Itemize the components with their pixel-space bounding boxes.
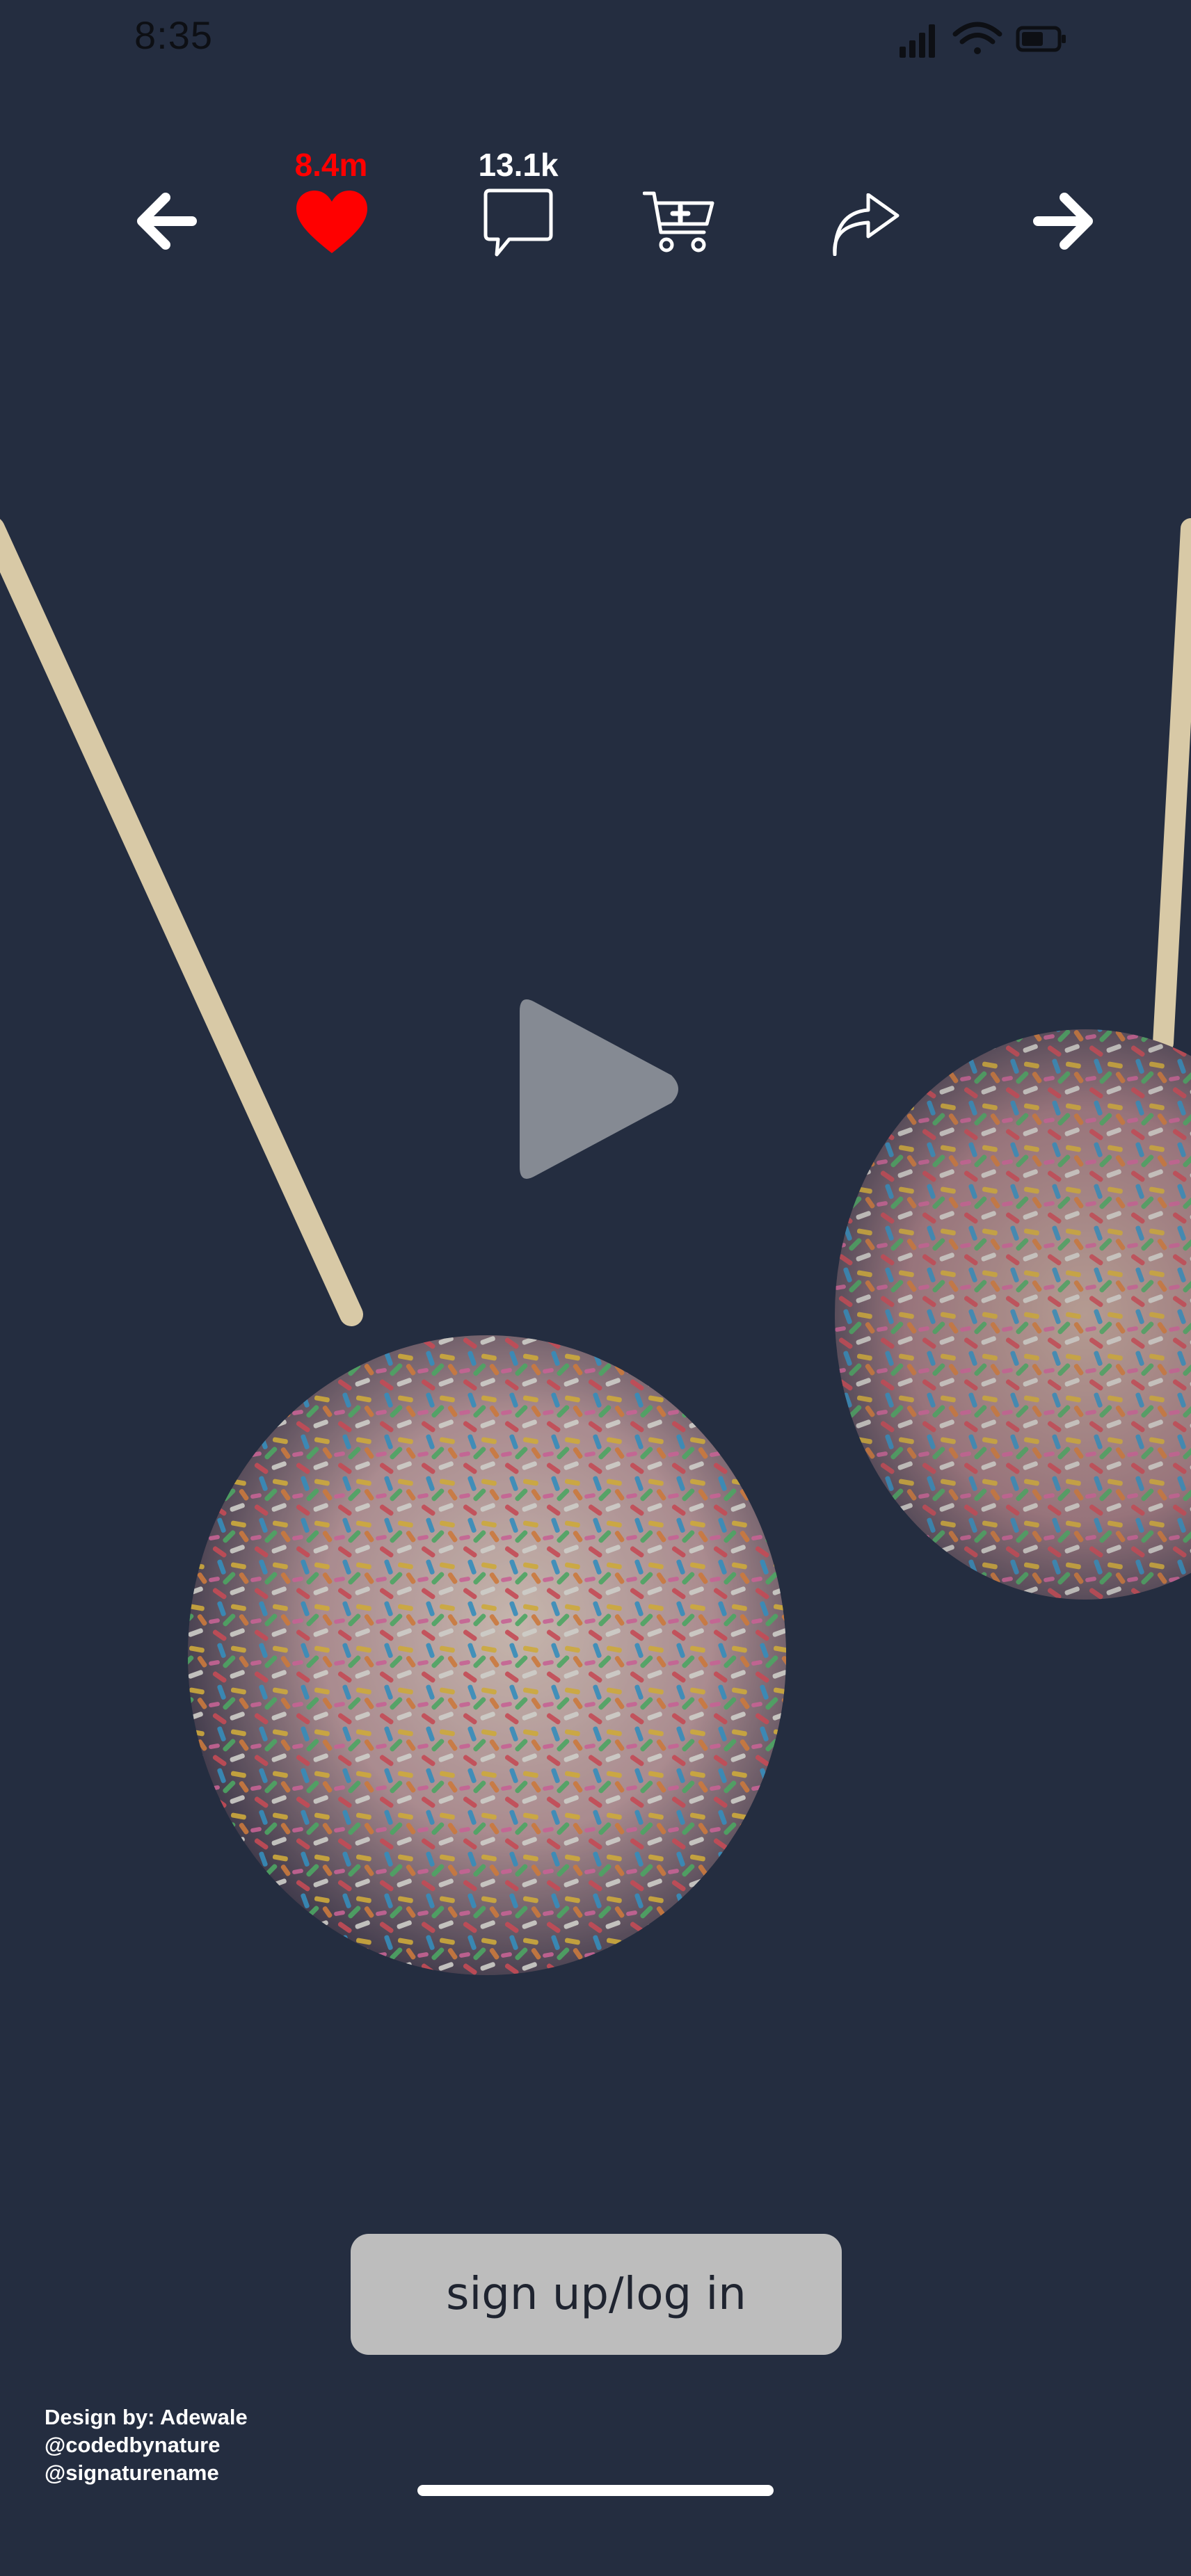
status-time: 8:35 bbox=[134, 13, 213, 57]
share-icon[interactable] bbox=[828, 193, 900, 256]
designer-handle: @codedbynature bbox=[45, 2433, 221, 2457]
status-icons bbox=[900, 22, 1066, 58]
cellular-signal-icon bbox=[900, 24, 935, 58]
battery-icon bbox=[1016, 26, 1066, 52]
home-indicator[interactable] bbox=[417, 2485, 774, 2496]
play-icon[interactable] bbox=[506, 988, 687, 1191]
likes-count: 8.4m bbox=[294, 147, 368, 183]
video-screen: 8:35 8.4m 13.1k sign up/log in Design by… bbox=[0, 0, 1191, 2576]
design-credit: Design by: Adewale bbox=[45, 2405, 248, 2429]
cake-pop-photo bbox=[0, 518, 1191, 1975]
signature-handle: @signaturename bbox=[45, 2461, 219, 2485]
signup-login-button[interactable]: sign up/log in bbox=[351, 2234, 842, 2355]
wifi-icon bbox=[952, 22, 1002, 54]
forward-arrow-icon[interactable] bbox=[1032, 189, 1096, 253]
heart-icon[interactable] bbox=[295, 189, 369, 256]
comments-count: 13.1k bbox=[478, 147, 559, 183]
comment-icon[interactable] bbox=[481, 186, 555, 260]
back-arrow-icon[interactable] bbox=[134, 189, 198, 253]
add-to-cart-icon[interactable] bbox=[643, 189, 717, 256]
